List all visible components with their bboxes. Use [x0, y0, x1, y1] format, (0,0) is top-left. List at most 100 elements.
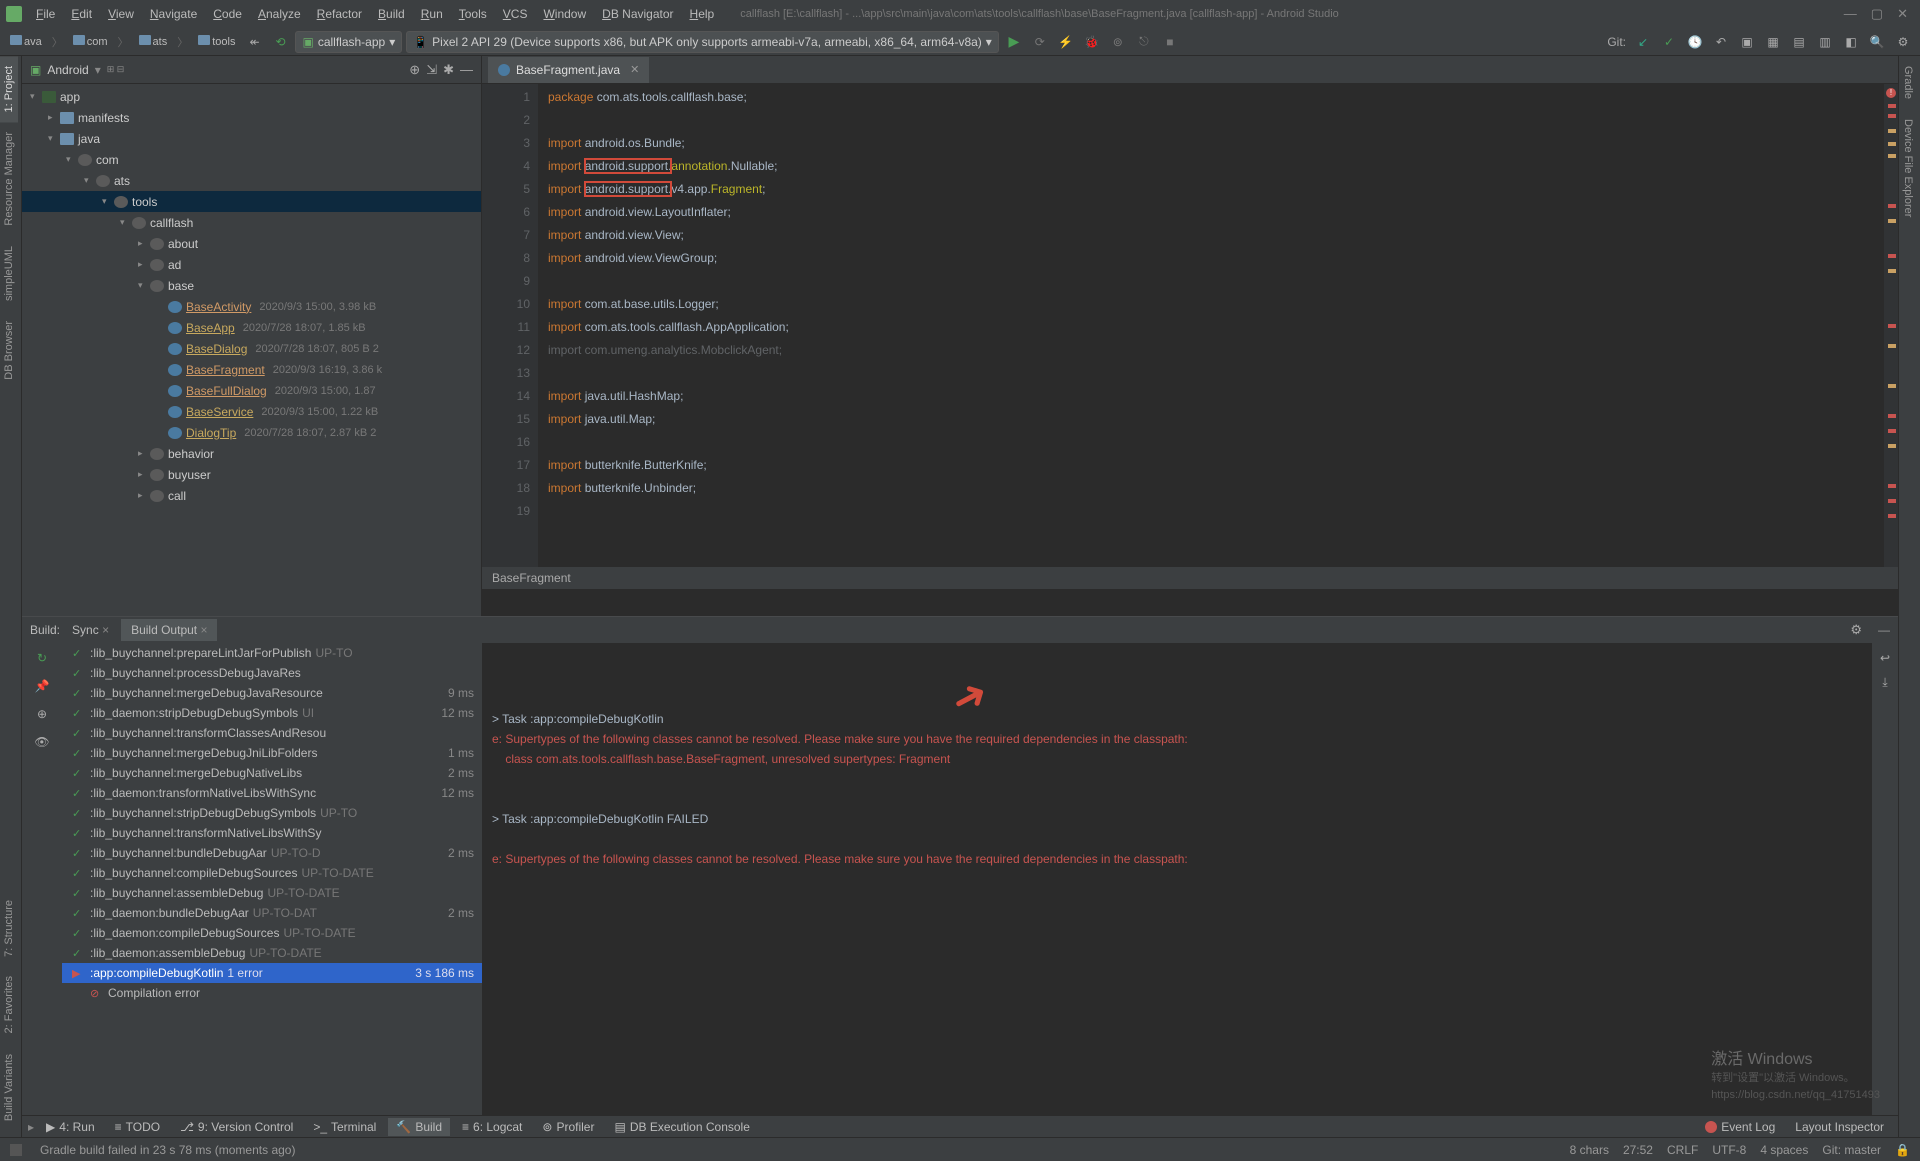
close-tab-icon[interactable]: ✕ — [630, 63, 639, 76]
console-line[interactable]: > Task :app:compileDebugKotlin FAILED — [492, 809, 1862, 829]
code-line[interactable]: import java.util.Map; — [548, 408, 1880, 431]
build-task-row[interactable]: ✓:lib_buychannel:mergeDebugJavaResource9… — [62, 683, 482, 703]
chevron-right-icon[interactable]: ▸ — [28, 1120, 34, 1134]
expand-arrow-icon[interactable]: ▾ — [48, 133, 60, 144]
code-line[interactable]: import butterknife.ButterKnife; — [548, 454, 1880, 477]
git-revert-icon[interactable]: ↶ — [1710, 31, 1732, 53]
device-dropdown[interactable]: 📱 Pixel 2 API 29 (Device supports x86, b… — [406, 31, 999, 53]
build-task-row[interactable]: ✓:lib_buychannel:compileDebugSourcesUP-T… — [62, 863, 482, 883]
status-caret[interactable]: 27:52 — [1623, 1143, 1653, 1157]
build-task-row[interactable]: ✓:lib_daemon:stripDebugDebugSymbolsUI12 … — [62, 703, 482, 723]
code-line[interactable] — [548, 362, 1880, 385]
build-task-row[interactable]: ✓:lib_buychannel:transformClassesAndReso… — [62, 723, 482, 743]
menu-analyze[interactable]: Analyze — [252, 5, 307, 23]
tree-row[interactable]: BaseFullDialog2020/9/3 15:00, 1.87 — [22, 380, 481, 401]
menu-build[interactable]: Build — [372, 5, 411, 23]
build-task-row[interactable]: ✓:lib_buychannel:assembleDebugUP-TO-DATE — [62, 883, 482, 903]
debug-button[interactable]: 🐞 — [1081, 31, 1103, 53]
tree-row[interactable]: ▸about — [22, 233, 481, 254]
minimize-button[interactable]: — — [1844, 6, 1857, 22]
close-button[interactable]: ✕ — [1897, 6, 1908, 22]
menu-help[interactable]: Help — [684, 5, 721, 23]
build-tab-sync[interactable]: Sync × — [62, 619, 119, 641]
code-line[interactable]: import java.util.HashMap; — [548, 385, 1880, 408]
tree-row[interactable]: ▾java — [22, 128, 481, 149]
build-task-row[interactable]: ✓:lib_daemon:compileDebugSourcesUP-TO-DA… — [62, 923, 482, 943]
bottom-tool-terminal[interactable]: >_Terminal — [305, 1118, 384, 1136]
status-line-sep[interactable]: CRLF — [1667, 1143, 1698, 1157]
expand-arrow-icon[interactable]: ▸ — [138, 490, 150, 501]
code-line[interactable]: import com.umeng.analytics.MobclickAgent… — [548, 339, 1880, 362]
tree-row[interactable]: BaseService2020/9/3 15:00, 1.22 kB — [22, 401, 481, 422]
bottom-tool-db-execution-console[interactable]: ▤DB Execution Console — [606, 1118, 757, 1136]
breadcrumb-item[interactable]: tools — [194, 34, 239, 49]
tree-row[interactable]: BaseFragment2020/9/3 16:19, 3.86 k — [22, 359, 481, 380]
tree-row[interactable]: ▸buyuser — [22, 464, 481, 485]
breadcrumb-item[interactable]: ava — [6, 34, 46, 49]
build-task-row[interactable]: ✓:lib_buychannel:stripDebugDebugSymbolsU… — [62, 803, 482, 823]
project-tree[interactable]: ▾app▸manifests▾java▾com▾ats▾tools▾callfl… — [22, 84, 481, 508]
code-line[interactable]: package com.ats.tools.callflash.base; — [548, 86, 1880, 109]
apply-code-icon[interactable]: ⚡ — [1055, 31, 1077, 53]
code-line[interactable]: import android.view.ViewGroup; — [548, 247, 1880, 270]
tool-tab-gradle[interactable]: Gradle — [1899, 56, 1917, 109]
build-task-row[interactable]: ✓:lib_buychannel:transformNativeLibsWith… — [62, 823, 482, 843]
git-commit-icon[interactable]: ✓ — [1658, 31, 1680, 53]
tool-tab-7-structure[interactable]: 7: Structure — [0, 890, 18, 967]
menu-navigate[interactable]: Navigate — [144, 5, 203, 23]
status-encoding[interactable]: UTF-8 — [1712, 1143, 1746, 1157]
build-task-row[interactable]: ✓:lib_buychannel:processDebugJavaRes — [62, 663, 482, 683]
console-line[interactable]: > Task :app:compileDebugKotlin — [492, 709, 1862, 729]
tree-row[interactable]: ▾base — [22, 275, 481, 296]
console-line[interactable]: class com.ats.tools.callflash.base.BaseF… — [492, 749, 1862, 769]
bottom-tool-layout-inspector[interactable]: Layout Inspector — [1787, 1118, 1892, 1136]
code-line[interactable] — [548, 431, 1880, 454]
code-line[interactable]: import android.view.View; — [548, 224, 1880, 247]
eye-icon[interactable]: 👁 — [34, 735, 49, 749]
console-line[interactable] — [492, 769, 1862, 789]
tree-row[interactable]: BaseActivity2020/9/3 15:00, 3.98 kB — [22, 296, 481, 317]
code-line[interactable]: import android.os.Bundle; — [548, 132, 1880, 155]
attach-debugger-icon[interactable]: ⎋ — [1133, 31, 1155, 53]
code-line[interactable]: import android.support.v4.app.Fragment; — [548, 178, 1880, 201]
bottom-tool-event-log[interactable]: Event Log — [1697, 1118, 1783, 1136]
settings-icon[interactable]: ⚙ — [1844, 622, 1868, 638]
code-line[interactable] — [548, 270, 1880, 293]
bottom-tool-profiler[interactable]: ⊚Profiler — [534, 1118, 602, 1136]
status-git-branch[interactable]: Git: master — [1822, 1143, 1881, 1157]
build-tab-output[interactable]: Build Output × — [121, 619, 217, 641]
bottom-tool-6-logcat[interactable]: ≡6: Logcat — [454, 1118, 530, 1136]
build-task-row[interactable]: ✓:lib_buychannel:bundleDebugAarUP-TO-D2 … — [62, 843, 482, 863]
tool-tab-db-browser[interactable]: DB Browser — [0, 311, 18, 390]
breadcrumb-item[interactable]: com — [69, 34, 112, 49]
settings-icon[interactable]: ⚙ — [1892, 31, 1914, 53]
tool-tab-device-file-explorer[interactable]: Device File Explorer — [1899, 109, 1917, 227]
expand-arrow-icon[interactable]: ▸ — [138, 238, 150, 249]
lock-icon[interactable]: 🔒 — [1895, 1143, 1910, 1157]
expand-arrow-icon[interactable]: ▾ — [66, 154, 78, 165]
stop-button[interactable]: ■ — [1159, 31, 1181, 53]
tool-tab-simpleuml[interactable]: simpleUML — [0, 236, 18, 311]
menu-db-navigator[interactable]: DB Navigator — [596, 5, 679, 23]
menu-tools[interactable]: Tools — [453, 5, 493, 23]
search-everywhere-icon[interactable]: 🔍 — [1866, 31, 1888, 53]
bottom-tool-4-run[interactable]: ▶4: Run — [38, 1118, 103, 1136]
nav-back-icon[interactable]: ↞ — [243, 31, 265, 53]
sync-icon[interactable]: ⟲ — [269, 31, 291, 53]
tool-tab-1-project[interactable]: 1: Project — [0, 56, 18, 122]
tool-tab-2-favorites[interactable]: 2: Favorites — [0, 966, 18, 1043]
bottom-tool-todo[interactable]: ≡TODO — [107, 1118, 168, 1136]
build-task-row[interactable]: ▶:app:compileDebugKotlin1 error3 s 186 m… — [62, 963, 482, 983]
device-manager-icon[interactable]: ▤ — [1788, 31, 1810, 53]
editor-tab[interactable]: BaseFragment.java ✕ — [488, 57, 649, 83]
code-line[interactable]: import android.support.annotation.Nullab… — [548, 155, 1880, 178]
select-opened-file-icon[interactable]: ⊕ — [409, 62, 420, 78]
scroll-to-end-icon[interactable]: ⤓ — [1882, 675, 1887, 690]
code-line[interactable] — [548, 109, 1880, 132]
tree-row[interactable]: BaseDialog2020/7/28 18:07, 805 B 2 — [22, 338, 481, 359]
expand-arrow-icon[interactable]: ▾ — [102, 196, 114, 207]
tree-row[interactable]: ▾tools — [22, 191, 481, 212]
chevron-down-icon[interactable]: ▾ — [95, 63, 101, 77]
filter-icon[interactable]: 📌 — [35, 679, 50, 693]
avd-manager-icon[interactable]: ▣ — [1736, 31, 1758, 53]
